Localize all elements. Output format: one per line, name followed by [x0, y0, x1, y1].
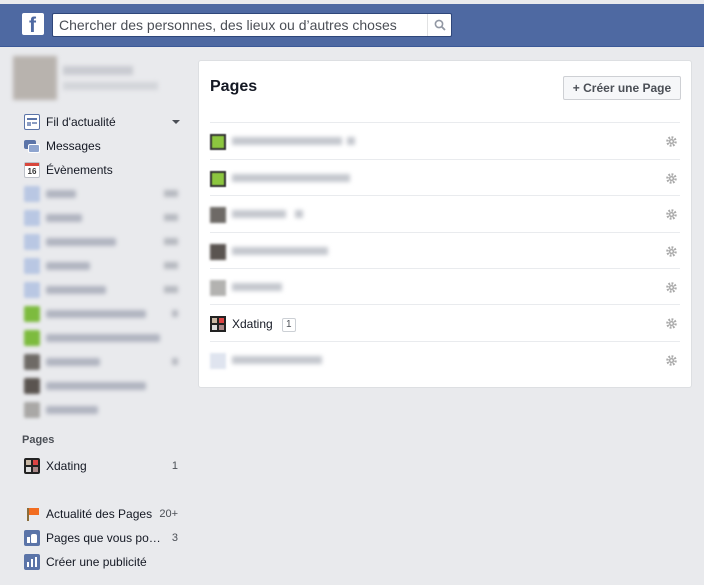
- sidebar-item-blurred[interactable]: [24, 256, 184, 276]
- sidebar-item-blurred[interactable]: [24, 304, 184, 324]
- facebook-logo-icon[interactable]: f: [22, 13, 44, 37]
- sidebar-item-count: 3: [171, 532, 178, 544]
- sidebar-item-label: Pages que vous po…: [46, 531, 161, 545]
- page-row-xdating[interactable]: Xdating 1: [210, 304, 680, 340]
- create-page-button[interactable]: + Créer une Page: [563, 76, 681, 100]
- group-icon: [24, 282, 40, 298]
- top-bar: f: [0, 4, 704, 47]
- sidebar-item-news-feed[interactable]: Fil d'actualité: [24, 112, 184, 132]
- notification-badge: 1: [282, 318, 296, 332]
- search-box[interactable]: [52, 13, 452, 37]
- avatar: [13, 56, 57, 100]
- page-icon: [24, 378, 40, 394]
- gear-icon[interactable]: [665, 135, 678, 148]
- sidebar-item-events[interactable]: 16 Évènements: [24, 160, 184, 180]
- sidebar-section-pages: Pages: [22, 434, 55, 446]
- sidebar-item-blurred[interactable]: [24, 328, 184, 348]
- sidebar-item-xdating[interactable]: Xdating 1: [24, 456, 184, 476]
- gear-icon[interactable]: [665, 281, 678, 294]
- page-icon: [24, 402, 40, 418]
- search-icon: [434, 19, 446, 31]
- xdating-logo-icon: [24, 458, 40, 474]
- page-row[interactable]: [210, 268, 680, 304]
- left-sidebar: Fil d'actualité Messages 16 Évènements P…: [0, 48, 190, 585]
- sidebar-item-blurred[interactable]: [24, 232, 184, 252]
- pages-card: Pages + Créer une Page Xdating 1: [198, 60, 692, 388]
- group-icon: [24, 258, 40, 274]
- sidebar-item-label: Messages: [46, 139, 101, 153]
- sidebar-item-blurred[interactable]: [24, 400, 184, 420]
- profile-name-blurred: [63, 66, 133, 75]
- page-name[interactable]: Xdating: [232, 317, 273, 331]
- sidebar-item-label: Fil d'actualité: [46, 115, 116, 129]
- xdating-logo-icon: [210, 316, 226, 332]
- gear-icon[interactable]: [665, 317, 678, 330]
- sidebar-item-count: 1: [171, 460, 178, 472]
- sidebar-item-label: Xdating: [46, 459, 87, 473]
- profile-link[interactable]: [13, 52, 176, 104]
- sidebar-item-count: 20+: [159, 508, 178, 520]
- thumbs-up-icon: [24, 530, 40, 546]
- page-row[interactable]: [210, 195, 680, 231]
- sidebar-item-pages-feed[interactable]: Actualité des Pages 20+: [24, 504, 184, 524]
- messages-icon: [24, 138, 40, 154]
- bar-chart-icon: [24, 554, 40, 570]
- page-row[interactable]: [210, 122, 680, 158]
- page-icon: [210, 244, 226, 260]
- sidebar-item-blurred[interactable]: [24, 376, 184, 396]
- sidebar-item-liked-pages[interactable]: Pages que vous po… 3: [24, 528, 184, 548]
- search-input[interactable]: [59, 16, 419, 34]
- gear-icon[interactable]: [665, 208, 678, 221]
- flag-icon: [24, 506, 40, 522]
- page-title: Pages: [210, 78, 258, 95]
- page-row[interactable]: [210, 341, 680, 377]
- gear-icon[interactable]: [665, 245, 678, 258]
- sidebar-item-label: Créer une publicité: [46, 555, 147, 569]
- group-icon: [24, 186, 40, 202]
- gear-icon[interactable]: [665, 354, 678, 367]
- sidebar-item-messages[interactable]: Messages: [24, 136, 184, 156]
- sidebar-item-blurred[interactable]: [24, 280, 184, 300]
- sidebar-item-blurred[interactable]: [24, 208, 184, 228]
- page-icon: [210, 134, 226, 150]
- page-icon: [210, 280, 226, 296]
- sidebar-item-blurred[interactable]: [24, 184, 184, 204]
- sidebar-item-create-ad[interactable]: Créer une publicité: [24, 552, 184, 572]
- page-icon: [210, 353, 226, 369]
- page-icon: [24, 306, 40, 322]
- sidebar-item-label: Actualité des Pages: [46, 507, 153, 521]
- profile-edit-blurred: [63, 82, 158, 90]
- gear-icon[interactable]: [665, 172, 678, 185]
- page-row[interactable]: [210, 232, 680, 268]
- group-icon: [24, 234, 40, 250]
- calendar-icon: 16: [24, 162, 40, 178]
- page-icon: [24, 354, 40, 370]
- chevron-down-icon[interactable]: [172, 120, 180, 124]
- sidebar-item-label: Évènements: [46, 163, 113, 177]
- page-icon: [210, 171, 226, 187]
- search-button[interactable]: [427, 14, 451, 36]
- page-icon: [210, 207, 226, 223]
- sidebar-item-blurred[interactable]: [24, 352, 184, 372]
- page-row[interactable]: [210, 159, 680, 195]
- group-icon: [24, 210, 40, 226]
- news-feed-icon: [24, 114, 40, 130]
- page-icon: [24, 330, 40, 346]
